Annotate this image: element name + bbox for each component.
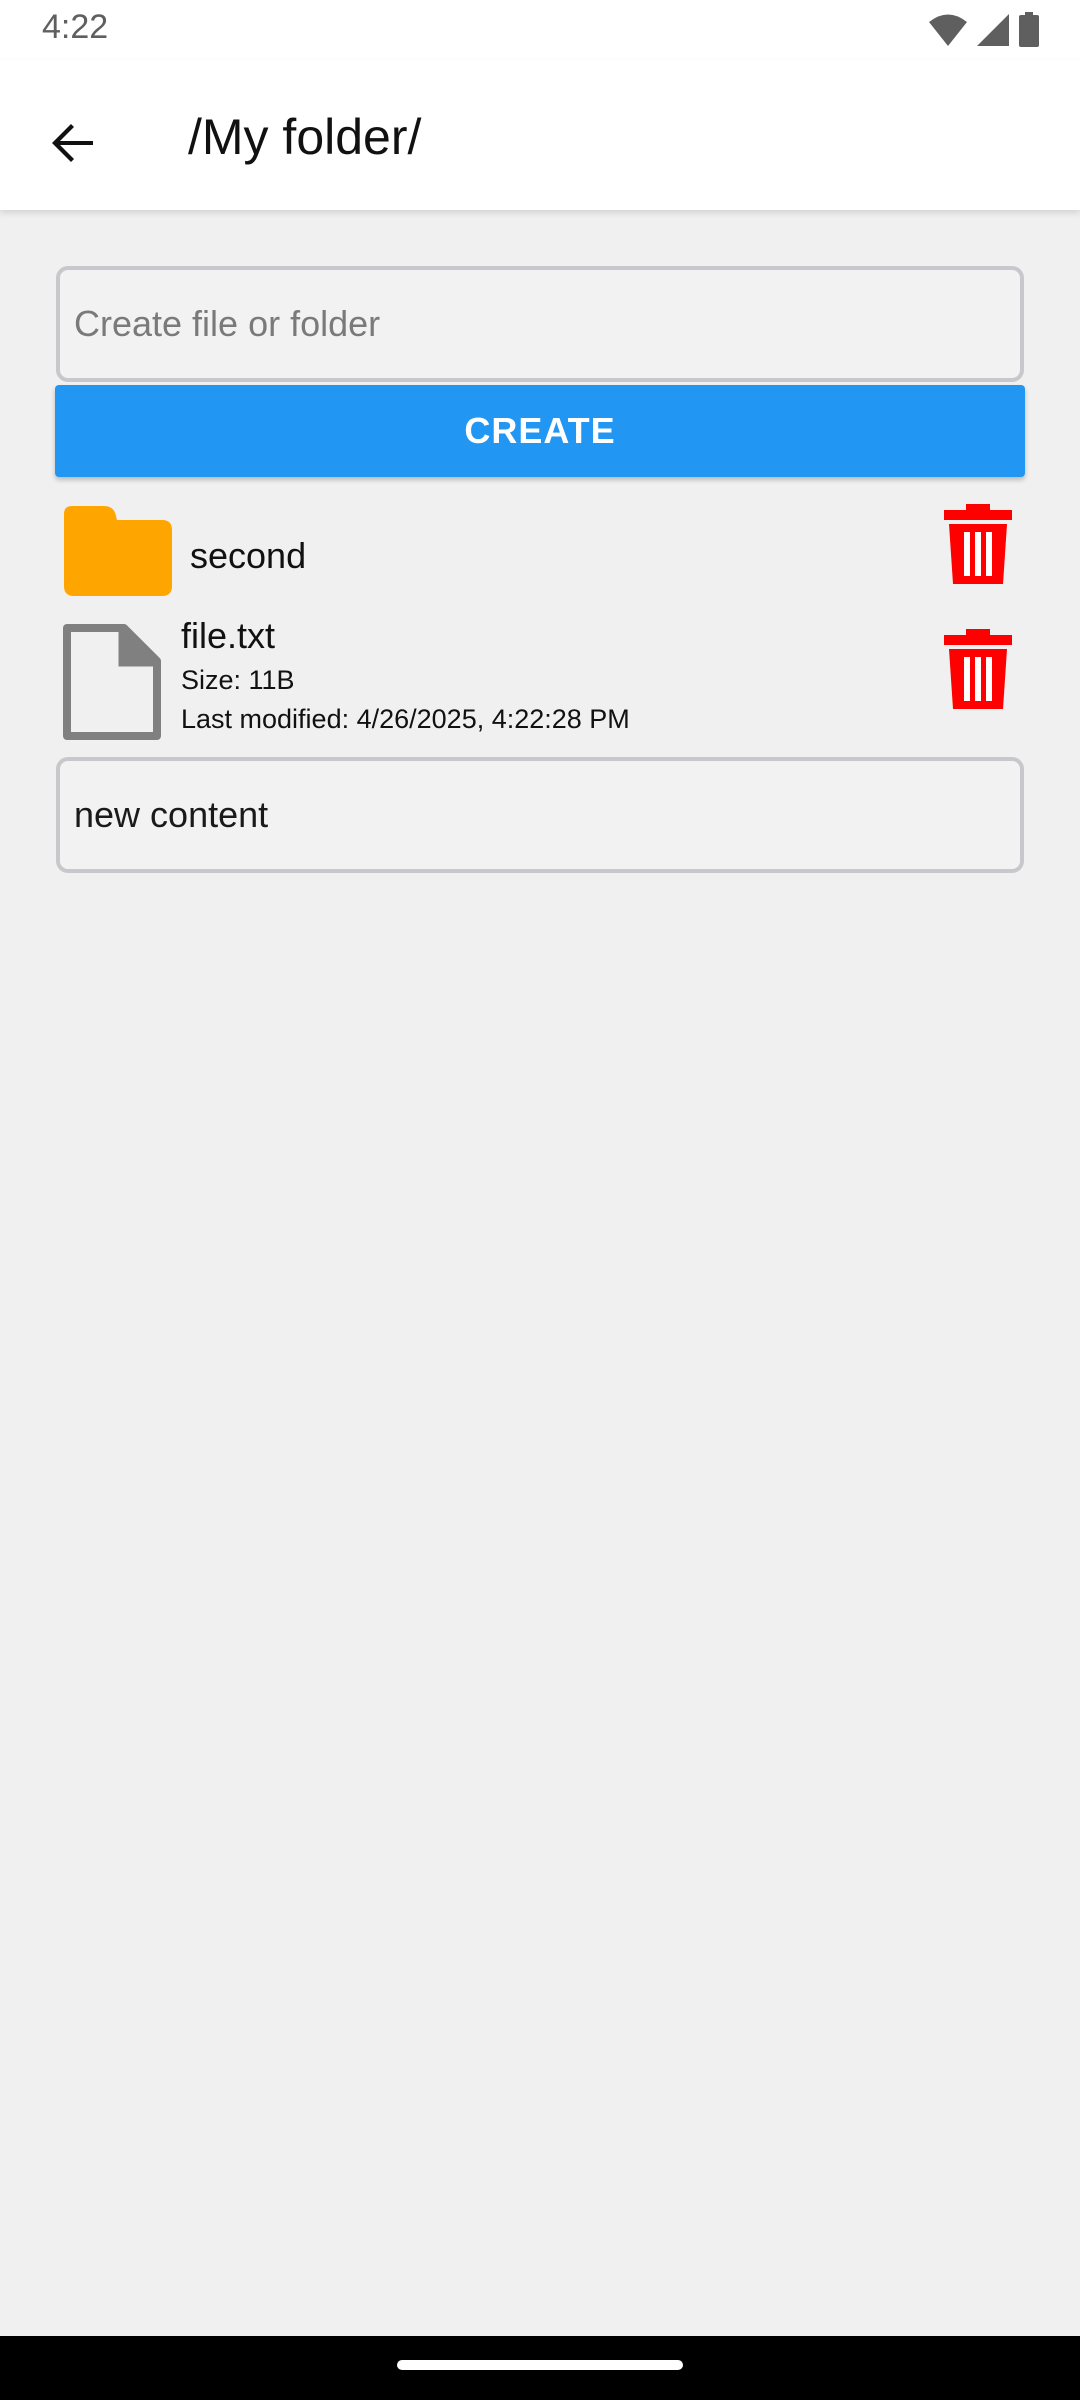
file-last-modified: Last modified: 4/26/2025, 4:22:28 PM xyxy=(181,704,630,734)
app-bar: /My folder/ xyxy=(0,60,1080,210)
trash-icon xyxy=(944,629,1012,709)
folder-name: second xyxy=(190,535,307,576)
status-bar: 4:22 xyxy=(0,0,1080,60)
arrow-back-icon xyxy=(52,124,93,162)
home-indicator[interactable] xyxy=(397,2360,683,2370)
list-item-folder[interactable]: second xyxy=(56,492,1024,602)
file-content-input[interactable] xyxy=(56,757,1024,873)
list-item-file[interactable]: file.txt Size: 11B Last modified: 4/26/2… xyxy=(56,615,1024,745)
delete-folder-button[interactable] xyxy=(938,500,1018,588)
file-icon xyxy=(63,624,161,740)
create-button[interactable]: CREATE xyxy=(55,385,1025,477)
folder-icon xyxy=(64,506,172,596)
file-name: file.txt xyxy=(181,615,276,656)
create-name-input[interactable] xyxy=(56,266,1024,382)
delete-file-button[interactable] xyxy=(938,625,1018,713)
cellular-signal-icon xyxy=(977,14,1009,46)
wifi-icon xyxy=(929,14,967,46)
battery-icon xyxy=(1019,12,1039,47)
status-icons xyxy=(928,12,1040,48)
back-button[interactable] xyxy=(28,98,118,188)
trash-icon xyxy=(944,504,1012,584)
file-size: Size: 11B xyxy=(181,665,295,695)
navigation-bar xyxy=(0,2336,1080,2400)
status-time: 4:22 xyxy=(42,8,109,46)
page-title: /My folder/ xyxy=(188,109,422,165)
